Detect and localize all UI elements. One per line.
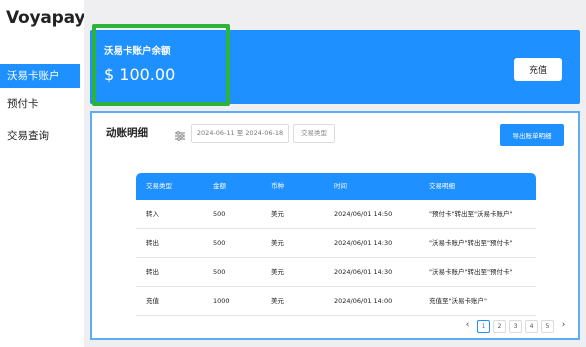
cell-currency: 美元 bbox=[271, 210, 284, 218]
cell-time: 2024/06/01 14:00 bbox=[334, 297, 393, 305]
cell-amount: 500 bbox=[213, 210, 226, 218]
sidebar-item-prepaid-card[interactable]: 预付卡 bbox=[0, 92, 80, 116]
cell-detail: "预付卡"转出至"沃易卡账户" bbox=[429, 210, 513, 218]
transaction-detail-card: 动账明细 2024-06-11 至 2024-06-18 交易类型 导出账单明细… bbox=[90, 111, 580, 340]
cell-time: 2024/06/01 14:50 bbox=[334, 210, 393, 218]
table-row: 转入 500 美元 2024/06/01 14:50 "预付卡"转出至"沃易卡账… bbox=[136, 200, 536, 229]
column-header: 金额 bbox=[213, 182, 226, 190]
column-header: 时间 bbox=[334, 182, 347, 190]
export-statement-button[interactable]: 导出账单明细 bbox=[500, 124, 564, 146]
detail-title: 动账明细 bbox=[106, 127, 148, 139]
cell-time: 2024/06/01 14:30 bbox=[334, 239, 393, 247]
cell-time: 2024/06/01 14:30 bbox=[334, 268, 393, 276]
sidebar-item-woyi-account[interactable]: 沃易卡账户 bbox=[0, 64, 80, 88]
page-button-3[interactable]: 3 bbox=[509, 320, 522, 333]
cell-type: 充值 bbox=[146, 297, 159, 305]
recharge-button[interactable]: 充值 bbox=[514, 58, 562, 81]
cell-type: 转入 bbox=[146, 210, 159, 218]
balance-card: 沃易卡账户余额 $ 100.00 充值 bbox=[90, 30, 580, 104]
sidebar: Voyapay 沃易卡账户 预付卡 交易查询 bbox=[0, 0, 86, 347]
table-header: 交易类型 金额 币种 时间 交易明细 bbox=[136, 173, 536, 200]
cell-detail: "沃易卡账户"转出至"预付卡" bbox=[429, 239, 513, 247]
pagination: ‹ 1 2 3 4 5 › bbox=[461, 320, 570, 333]
balance-value: $ 100.00 bbox=[104, 65, 176, 84]
cell-currency: 美元 bbox=[271, 239, 284, 247]
cell-type: 转出 bbox=[146, 239, 159, 247]
cell-amount: 500 bbox=[213, 268, 226, 276]
table-row: 转出 500 美元 2024/06/01 14:30 "沃易卡账户"转出至"预付… bbox=[136, 258, 536, 287]
cell-amount: 1000 bbox=[213, 297, 230, 305]
column-header: 交易类型 bbox=[146, 182, 172, 190]
transaction-table: 交易类型 金额 币种 时间 交易明细 转入 500 美元 2024/06/01 … bbox=[136, 173, 536, 316]
column-header: 交易明细 bbox=[429, 182, 455, 190]
cell-amount: 500 bbox=[213, 239, 226, 247]
cell-currency: 美元 bbox=[271, 297, 284, 305]
prev-page-button[interactable]: ‹ bbox=[461, 320, 474, 333]
transaction-type-select[interactable]: 交易类型 bbox=[293, 124, 335, 143]
cell-detail: 充值至"沃易卡账户" bbox=[429, 297, 487, 305]
app-logo: Voyapay bbox=[6, 8, 86, 28]
sidebar-item-transaction-query[interactable]: 交易查询 bbox=[0, 124, 80, 148]
page-button-2[interactable]: 2 bbox=[493, 320, 506, 333]
page-button-4[interactable]: 4 bbox=[525, 320, 538, 333]
page-button-5[interactable]: 5 bbox=[541, 320, 554, 333]
column-header: 币种 bbox=[271, 182, 284, 190]
page-button-1[interactable]: 1 bbox=[477, 320, 490, 333]
cell-currency: 美元 bbox=[271, 268, 284, 276]
next-page-button[interactable]: › bbox=[557, 320, 570, 333]
table-row: 转出 500 美元 2024/06/01 14:30 "沃易卡账户"转出至"预付… bbox=[136, 229, 536, 258]
cell-detail: "沃易卡账户"转出至"预付卡" bbox=[429, 268, 513, 276]
table-row: 充值 1000 美元 2024/06/01 14:00 充值至"沃易卡账户" bbox=[136, 287, 536, 316]
date-range-picker[interactable]: 2024-06-11 至 2024-06-18 bbox=[191, 124, 289, 143]
main-content: 沃易卡账户余额 $ 100.00 充值 动账明细 2024-06-11 至 20… bbox=[84, 0, 586, 347]
balance-label: 沃易卡账户余额 bbox=[104, 46, 171, 57]
filter-icon[interactable] bbox=[174, 127, 186, 141]
cell-type: 转出 bbox=[146, 268, 159, 276]
